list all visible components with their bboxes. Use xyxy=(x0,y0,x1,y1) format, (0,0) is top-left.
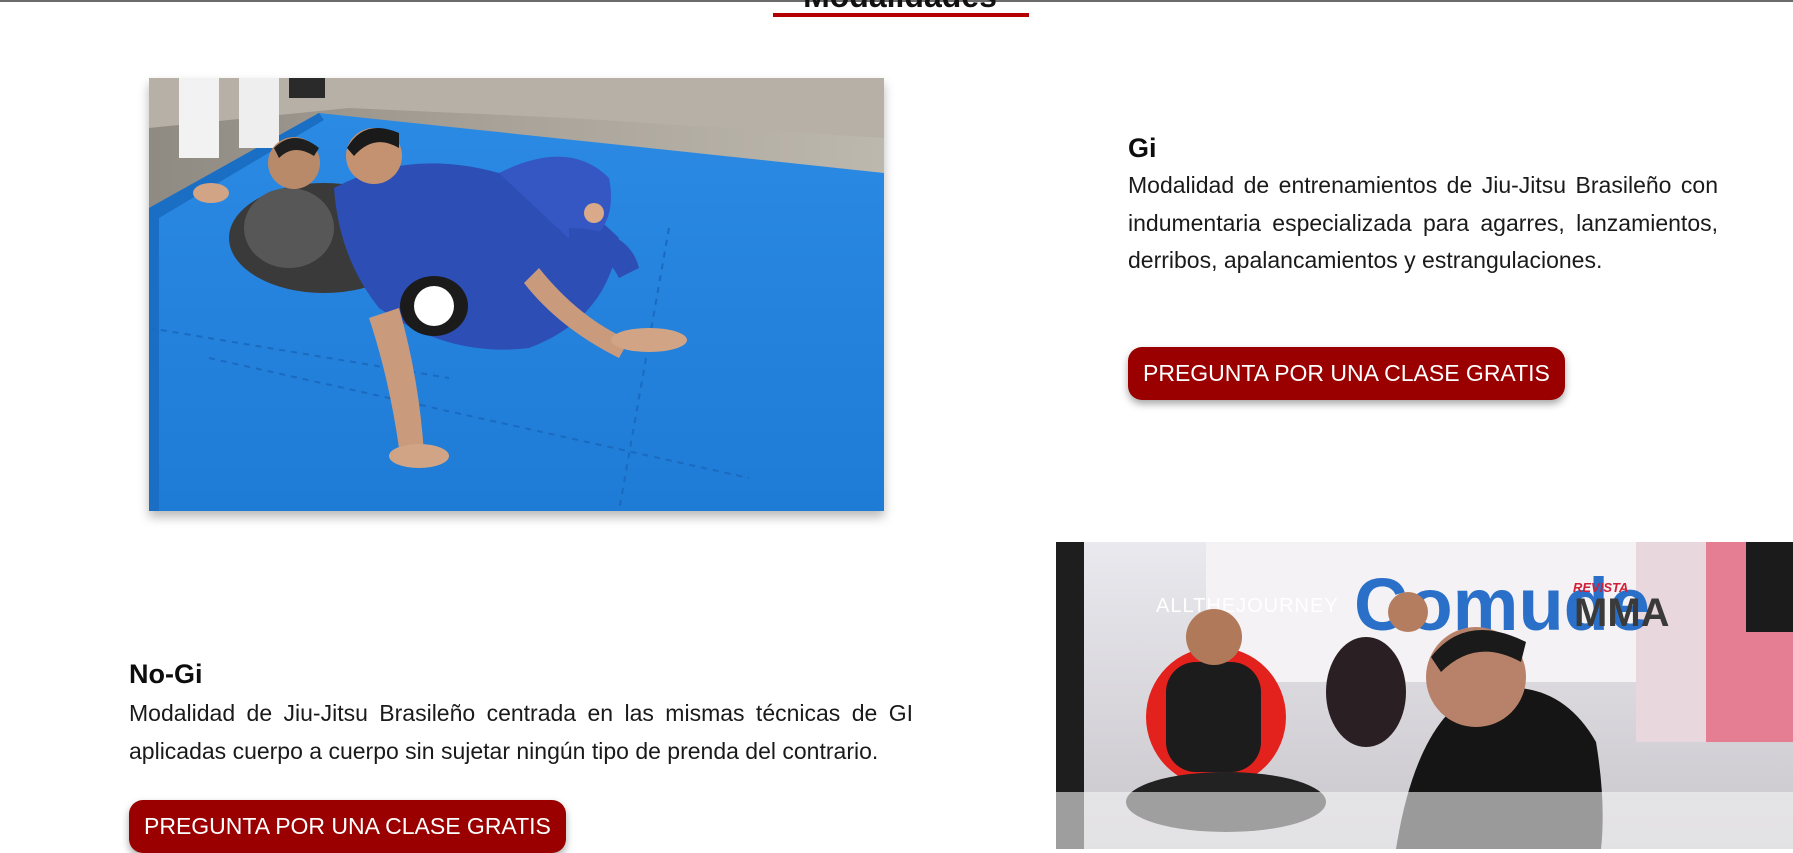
nogi-description: Modalidad de Jiu-Jitsu Brasileño centrad… xyxy=(129,700,913,764)
gi-description: Modalidad de entrenamientos de Jiu-Jitsu… xyxy=(1128,172,1718,273)
gi-title: Gi xyxy=(1128,133,1157,163)
brand-watermark: ALLTHEJOURNEY xyxy=(1156,595,1339,617)
heading-underline xyxy=(773,13,1029,17)
nogi-title: No-Gi xyxy=(129,659,203,689)
gi-free-class-button[interactable]: PREGUNTA POR UNA CLASE GRATIS xyxy=(1128,347,1565,400)
section-heading: Modalidades xyxy=(770,0,1030,14)
magazine-text: MMA xyxy=(1574,591,1670,635)
gi-photo xyxy=(149,78,884,511)
nogi-free-class-button[interactable]: PREGUNTA POR UNA CLASE GRATIS xyxy=(129,800,566,853)
nogi-photo: Comude REVISTA MMA ALLTHEJOURNEY xyxy=(1056,542,1793,849)
